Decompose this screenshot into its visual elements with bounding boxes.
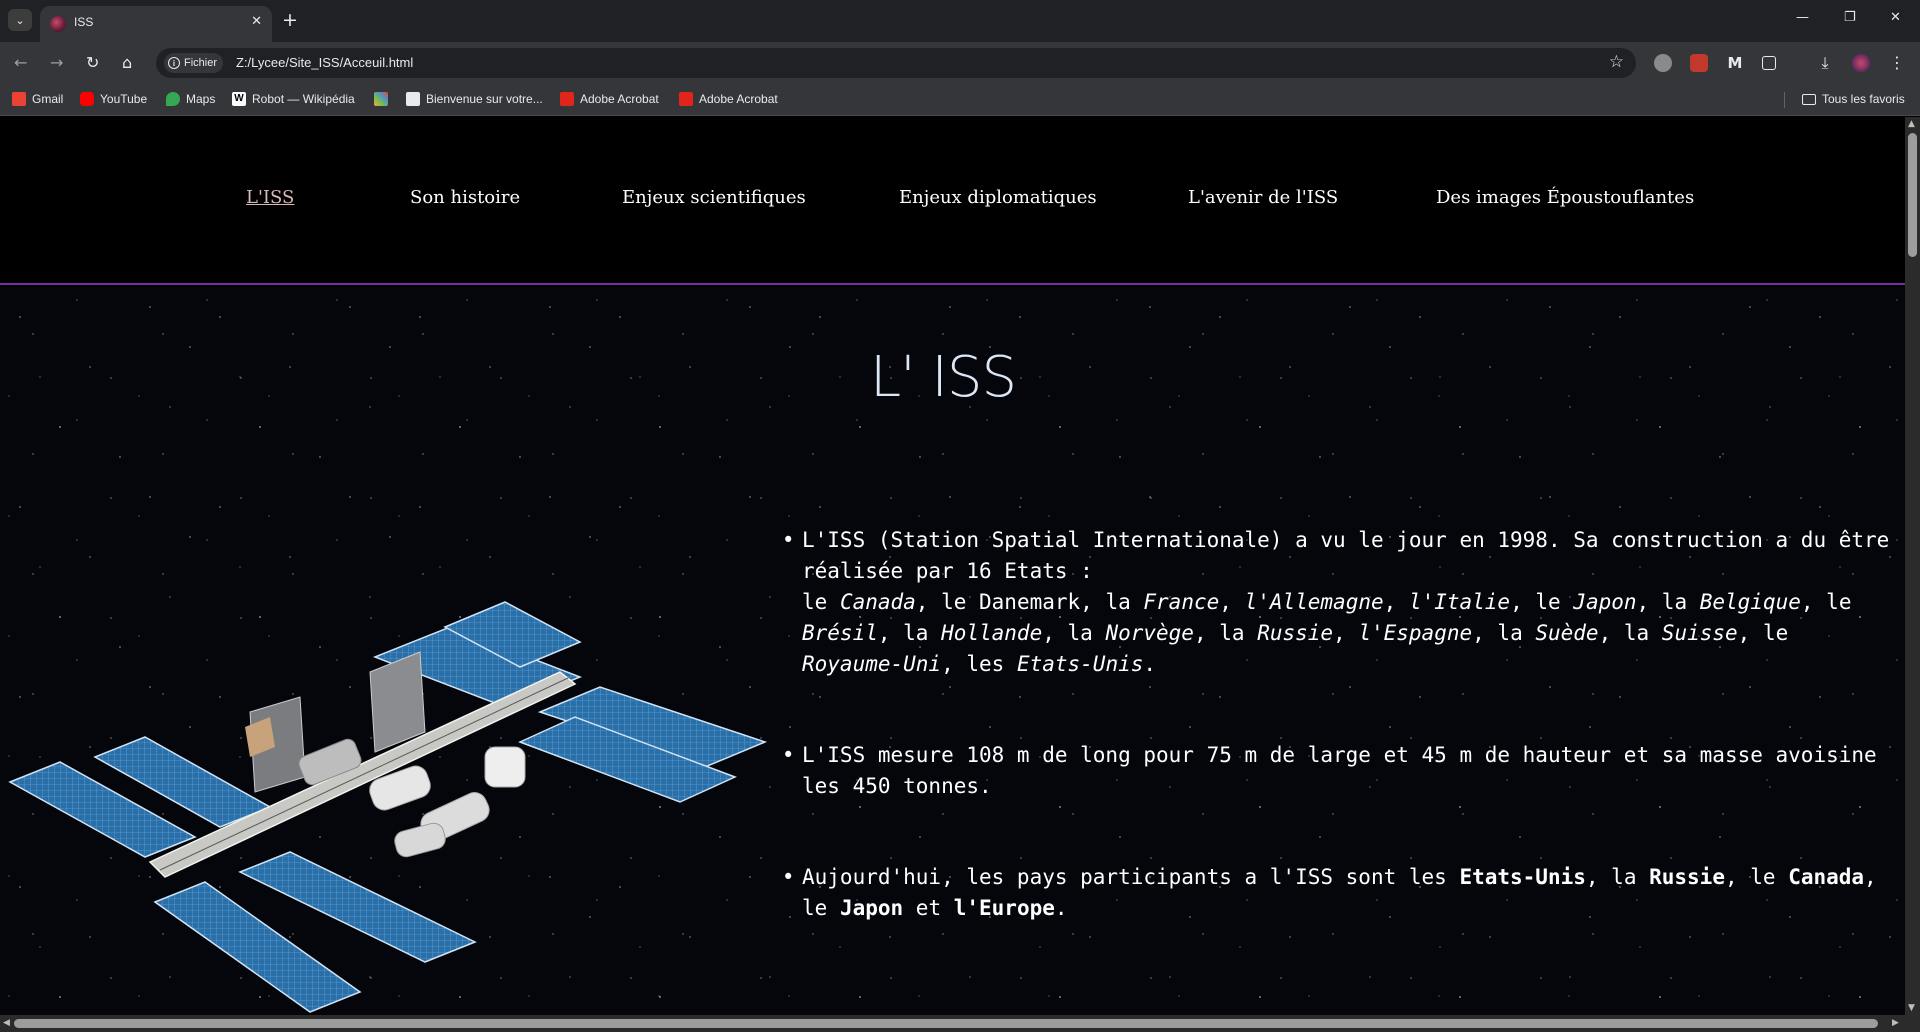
bookmarks-separator: [1784, 92, 1785, 108]
chevron-down-icon: ⌄: [15, 13, 25, 27]
horizontal-scroll-thumb[interactable]: [14, 1019, 1878, 1028]
vertical-scrollbar[interactable]: ▲ ▼: [1905, 117, 1920, 1015]
site-icon: [406, 92, 420, 106]
extension-icon-1[interactable]: [1654, 54, 1672, 72]
url-text[interactable]: Z:/Lycee/Site_ISS/Acceuil.html: [236, 55, 413, 70]
nav-link-avenir[interactable]: L'avenir de l'ISS: [1188, 187, 1338, 208]
fact-construction: L'ISS (Station Spatial Internationale) a…: [782, 525, 1892, 680]
extension-icon-2[interactable]: [1690, 54, 1708, 72]
nav-link-images[interactable]: Des images Époustouflantes: [1436, 187, 1694, 208]
scroll-right-arrow-icon[interactable]: ▶: [1892, 1018, 1899, 1028]
folder-icon: [1802, 93, 1816, 105]
home-icon[interactable]: ⌂: [122, 53, 132, 72]
bookmark-youtube[interactable]: YouTube: [80, 92, 147, 106]
site-info-chip[interactable]: i Fichier: [164, 53, 224, 73]
nav-link-enjeux-diplomatiques[interactable]: Enjeux diplomatiques: [899, 187, 1097, 208]
nav-link-histoire[interactable]: Son histoire: [410, 187, 520, 208]
youtube-icon: [80, 92, 94, 106]
all-bookmarks[interactable]: Tous les favoris: [1802, 92, 1905, 106]
maps-icon: [166, 92, 180, 106]
close-tab-icon[interactable]: ✕: [251, 14, 262, 29]
horizontal-scrollbar[interactable]: ◀ ▶: [0, 1015, 1920, 1032]
gmail-icon: [12, 92, 26, 106]
iss-station-image: [8, 601, 768, 1013]
minimize-button[interactable]: —: [1796, 10, 1809, 25]
wikipedia-icon: W: [232, 92, 246, 106]
extension-m-icon[interactable]: M: [1726, 54, 1744, 72]
profile-avatar[interactable]: [1852, 54, 1870, 72]
site-navigation: L'ISS Son histoire Enjeux scientifiques …: [0, 117, 1905, 285]
new-tab-button[interactable]: +: [282, 9, 298, 31]
active-tab[interactable]: ISS ✕: [40, 6, 272, 42]
site-chip-label: Fichier: [184, 57, 218, 69]
address-bar[interactable]: i Fichier Z:/Lycee/Site_ISS/Acceuil.html…: [156, 48, 1636, 78]
page-viewport: L'ISS Son histoire Enjeux scientifiques …: [0, 117, 1905, 1015]
restore-button[interactable]: ❐: [1844, 10, 1856, 25]
page-title: L' ISS: [870, 345, 1017, 410]
vertical-scroll-thumb[interactable]: [1908, 133, 1917, 257]
bookmark-gmail[interactable]: Gmail: [12, 92, 63, 106]
tab-search-button[interactable]: ⌄: [8, 9, 32, 31]
nav-link-enjeux-scientifiques[interactable]: Enjeux scientifiques: [622, 187, 806, 208]
bookmarks-bar: Gmail YouTube Maps W Robot — Wikipédia Bi…: [0, 84, 1920, 116]
back-icon[interactable]: ←: [14, 53, 27, 72]
bookmark-acrobat-2[interactable]: Adobe Acrobat: [679, 92, 778, 106]
close-window-button[interactable]: ✕: [1890, 10, 1901, 25]
scroll-down-arrow-icon[interactable]: ▼: [1908, 1003, 1915, 1013]
reload-icon[interactable]: ↻: [86, 53, 99, 72]
scroll-left-arrow-icon[interactable]: ◀: [3, 1018, 10, 1028]
download-icon[interactable]: ⤓: [1816, 54, 1834, 72]
info-icon: i: [168, 57, 180, 69]
bookmark-acrobat-1[interactable]: Adobe Acrobat: [560, 92, 659, 106]
bookmark-bienvenue[interactable]: Bienvenue sur votre...: [406, 92, 543, 106]
menu-kebab-icon[interactable]: ⋮: [1888, 54, 1906, 72]
bookmark-joomla[interactable]: [374, 92, 394, 106]
facts-list: L'ISS (Station Spatial Internationale) a…: [782, 525, 1892, 984]
tab-title: ISS: [74, 15, 94, 29]
joomla-icon: [374, 92, 388, 106]
fact-participants: Aujourd'hui, les pays participants a l'I…: [782, 862, 1892, 924]
fact-dimensions: L'ISS mesure 108 m de long pour 75 m de …: [782, 740, 1892, 802]
forward-icon[interactable]: →: [50, 53, 63, 72]
tab-favicon-icon: [50, 16, 66, 32]
scroll-up-arrow-icon[interactable]: ▲: [1908, 119, 1915, 129]
bookmark-maps[interactable]: Maps: [166, 92, 215, 106]
bookmark-wikipedia[interactable]: W Robot — Wikipédia: [232, 92, 355, 106]
acrobat-icon: [560, 92, 574, 106]
acrobat-icon: [679, 92, 693, 106]
bookmark-star-icon[interactable]: ☆: [1609, 52, 1624, 72]
tab-strip: ⌄ ISS ✕ + — ❐ ✕: [0, 0, 1920, 42]
nav-link-iss[interactable]: L'ISS: [246, 187, 294, 208]
browser-toolbar: ← → ↻ ⌂ i Fichier Z:/Lycee/Site_ISS/Acce…: [0, 42, 1920, 84]
extensions-puzzle-icon[interactable]: [1762, 56, 1776, 70]
